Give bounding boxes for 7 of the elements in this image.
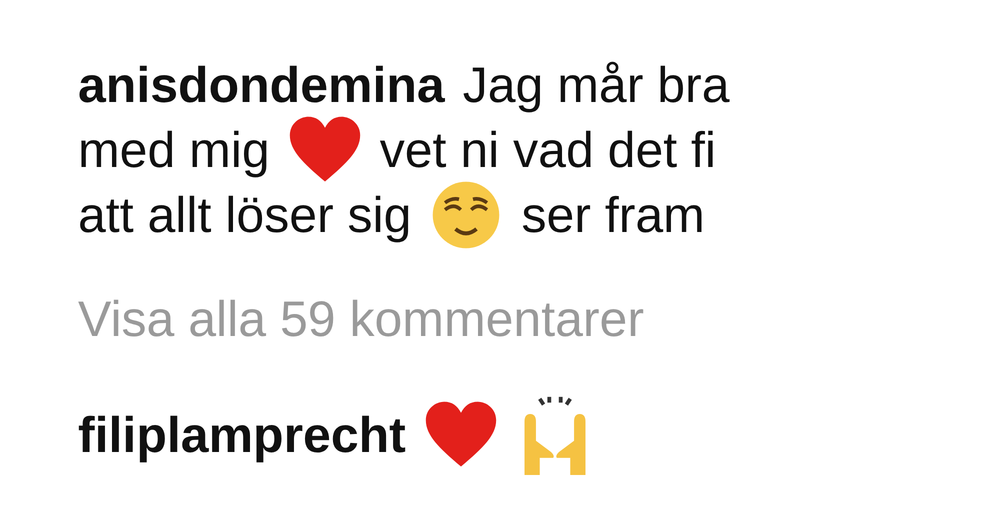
caption-text: vet ni vad det fi [380,120,716,178]
caption-text: ser fram [521,186,705,244]
username[interactable]: anisdondemina [78,56,445,114]
caption-text: med mig [78,120,270,178]
caption-text: Jag mår bra [462,56,730,114]
caption-text: att allt löser sig [78,186,412,244]
username[interactable]: filiplamprecht [78,406,406,464]
